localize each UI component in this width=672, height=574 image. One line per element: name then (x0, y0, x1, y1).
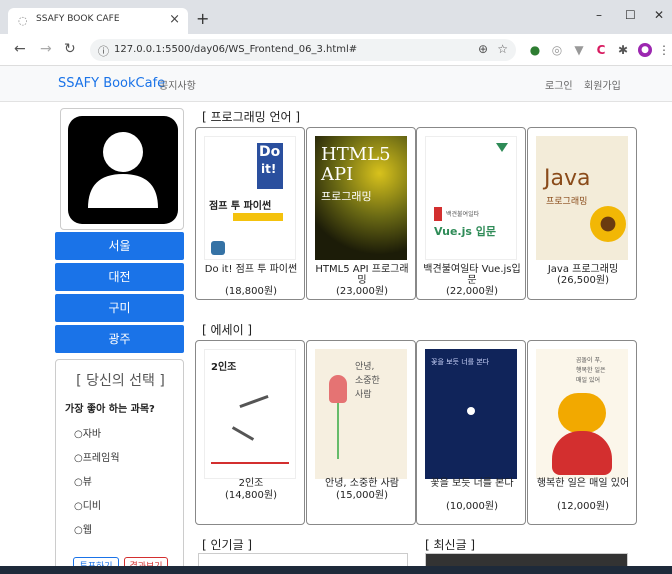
book-price: (12,000원) (557, 501, 609, 512)
city-button-seoul[interactable]: 서울 (55, 232, 184, 260)
close-window-icon[interactable]: ✕ (654, 8, 664, 22)
bookmark-star-icon[interactable]: ☆ (497, 42, 508, 56)
section-title-popular: [ 인기글 ] (202, 538, 253, 552)
book-card-flower[interactable]: 꽃을 보듯 너를 본다 꽃을 보듯 너를 본다 (10,000원) (416, 340, 526, 525)
browser-tab-bar: ◌ SSAFY BOOK CAFE × + – ☐ ✕ (0, 0, 672, 34)
book-title: HTML5 API 프로그래밍 (315, 264, 409, 286)
tab-close-icon[interactable]: × (169, 12, 180, 27)
section-title-programming: [ 프로그래밍 언어 ] (202, 110, 301, 124)
profile-avatar[interactable]: ● (638, 43, 652, 57)
survey-question: 가장 좋아 하는 과목? (65, 404, 155, 415)
book-cover-vue: 백견불여일타 Vue.js 입문 (425, 136, 517, 260)
address-bar[interactable]: ⓘ 127.0.0.1:5500/day06/WS_Frontend_06_3.… (90, 39, 516, 61)
book-card-hello[interactable]: 안녕, 소중한 사람 안녕, 소중한 사람 (15,000원) (306, 340, 416, 525)
book-price: (10,000원) (446, 501, 498, 512)
book-cover-html5: HTML5 API 프로그래밍 (315, 136, 407, 260)
book-cover-duo: 2인조 (204, 349, 296, 479)
tab-title: SSAFY BOOK CAFE (36, 14, 120, 24)
section-title-essay: [ 에세이 ] (202, 323, 253, 337)
section-title-latest: [ 최신글 ] (425, 538, 476, 552)
book-card-pooh[interactable]: 곰돌이 푸, 행복한 일은 매일 있어 행복한 일은 매일 있어 (12,000… (527, 340, 637, 525)
url-text: 127.0.0.1:5500/day06/WS_Frontend_06_3.ht… (114, 44, 358, 55)
book-cover-python: Do it! 점프 투 파이썬 (204, 136, 296, 260)
book-title: Do it! 점프 투 파이썬 (204, 264, 298, 275)
book-card-vue[interactable]: 백견불여일타 Vue.js 입문 백견불여일타 Vue.js입문 (22,000… (416, 127, 526, 300)
menu-dots-icon[interactable]: ⋮ (657, 43, 671, 57)
os-taskbar (0, 566, 672, 574)
extension-v-icon[interactable]: ▼ (572, 43, 586, 57)
book-price: (18,800원) (225, 286, 277, 297)
book-title: 백견불여일타 Vue.js입문 (423, 264, 521, 286)
page-favicon-icon: ◌ (18, 14, 28, 27)
city-button-daejeon[interactable]: 대전 (55, 263, 184, 291)
book-title: Java 프로그래밍 (547, 264, 619, 275)
book-cover-flower: 꽃을 보듯 너를 본다 (425, 349, 517, 479)
survey-option-vue[interactable]: ○뷰 (74, 473, 92, 488)
book-price: (26,500원) (557, 275, 609, 286)
extensions-puzzle-icon[interactable]: ✱ (616, 43, 630, 57)
site-header: SSAFY BookCafe 공지사항 로그인 회원가입 (0, 66, 672, 102)
browser-tab[interactable]: ◌ SSAFY BOOK CAFE × (8, 8, 188, 34)
login-link[interactable]: 로그인 (545, 77, 573, 92)
book-card-html5[interactable]: HTML5 API 프로그래밍 HTML5 API 프로그래밍 (23,000원… (306, 127, 416, 300)
book-price: (15,000원) (336, 490, 388, 501)
book-title: 2인조 (238, 478, 264, 489)
signup-link[interactable]: 회원가입 (584, 77, 621, 92)
book-price: (22,000원) (446, 286, 498, 297)
survey-title: [ 당신의 선택 ] (76, 373, 165, 389)
nav-notice-link[interactable]: 공지사항 (159, 77, 196, 92)
back-arrow-icon[interactable]: ← (14, 42, 26, 56)
book-card-java[interactable]: Java 프로그래밍 Java 프로그래밍 (26,500원) (527, 127, 637, 300)
browser-toolbar: ← → ↻ ⓘ 127.0.0.1:5500/day06/WS_Frontend… (0, 34, 672, 66)
survey-option-java[interactable]: ○자바 (74, 425, 101, 440)
info-icon[interactable]: ⓘ (98, 43, 109, 59)
minimize-icon[interactable]: – (596, 8, 602, 22)
book-title: 안녕, 소중한 사람 (325, 478, 399, 489)
book-price: (23,000원) (336, 286, 388, 297)
book-card-python[interactable]: Do it! 점프 투 파이썬 Do it! 점프 투 파이썬 (18,800원… (195, 127, 305, 300)
maximize-icon[interactable]: ☐ (625, 8, 636, 22)
book-card-duo[interactable]: 2인조 2인조 (14,800원) (195, 340, 305, 525)
extension-evernote-icon[interactable]: ● (528, 43, 542, 57)
survey-box: [ 당신의 선택 ] 가장 좋아 하는 과목? ○자바 ○프레임웍 ○뷰 ○디비… (55, 359, 184, 574)
extension-c-icon[interactable]: C (594, 43, 608, 57)
book-title: 행복한 일은 매일 있어 (536, 478, 630, 489)
city-button-gwangju[interactable]: 광주 (55, 325, 184, 353)
reload-icon[interactable]: ↻ (64, 42, 76, 56)
new-tab-button[interactable]: + (196, 11, 209, 27)
zoom-icon[interactable]: ⊕ (478, 42, 488, 56)
forward-arrow-icon[interactable]: → (40, 42, 52, 56)
book-title: 꽃을 보듯 너를 본다 (430, 478, 514, 489)
book-price: (14,800원) (225, 490, 277, 501)
survey-option-framework[interactable]: ○프레임웍 (74, 449, 120, 464)
user-silhouette-icon (68, 116, 178, 224)
extension-circle-icon[interactable]: ◎ (550, 43, 564, 57)
book-cover-hello: 안녕, 소중한 사람 (315, 349, 407, 479)
brand-logo-link[interactable]: SSAFY BookCafe (58, 76, 165, 91)
profile-image-box (60, 108, 184, 230)
city-button-gumi[interactable]: 구미 (55, 294, 184, 322)
book-cover-pooh: 곰돌이 푸, 행복한 일은 매일 있어 (536, 349, 628, 479)
survey-option-web[interactable]: ○웹 (74, 521, 92, 536)
survey-option-db[interactable]: ○디비 (74, 497, 101, 512)
book-cover-java: Java 프로그래밍 (536, 136, 628, 260)
